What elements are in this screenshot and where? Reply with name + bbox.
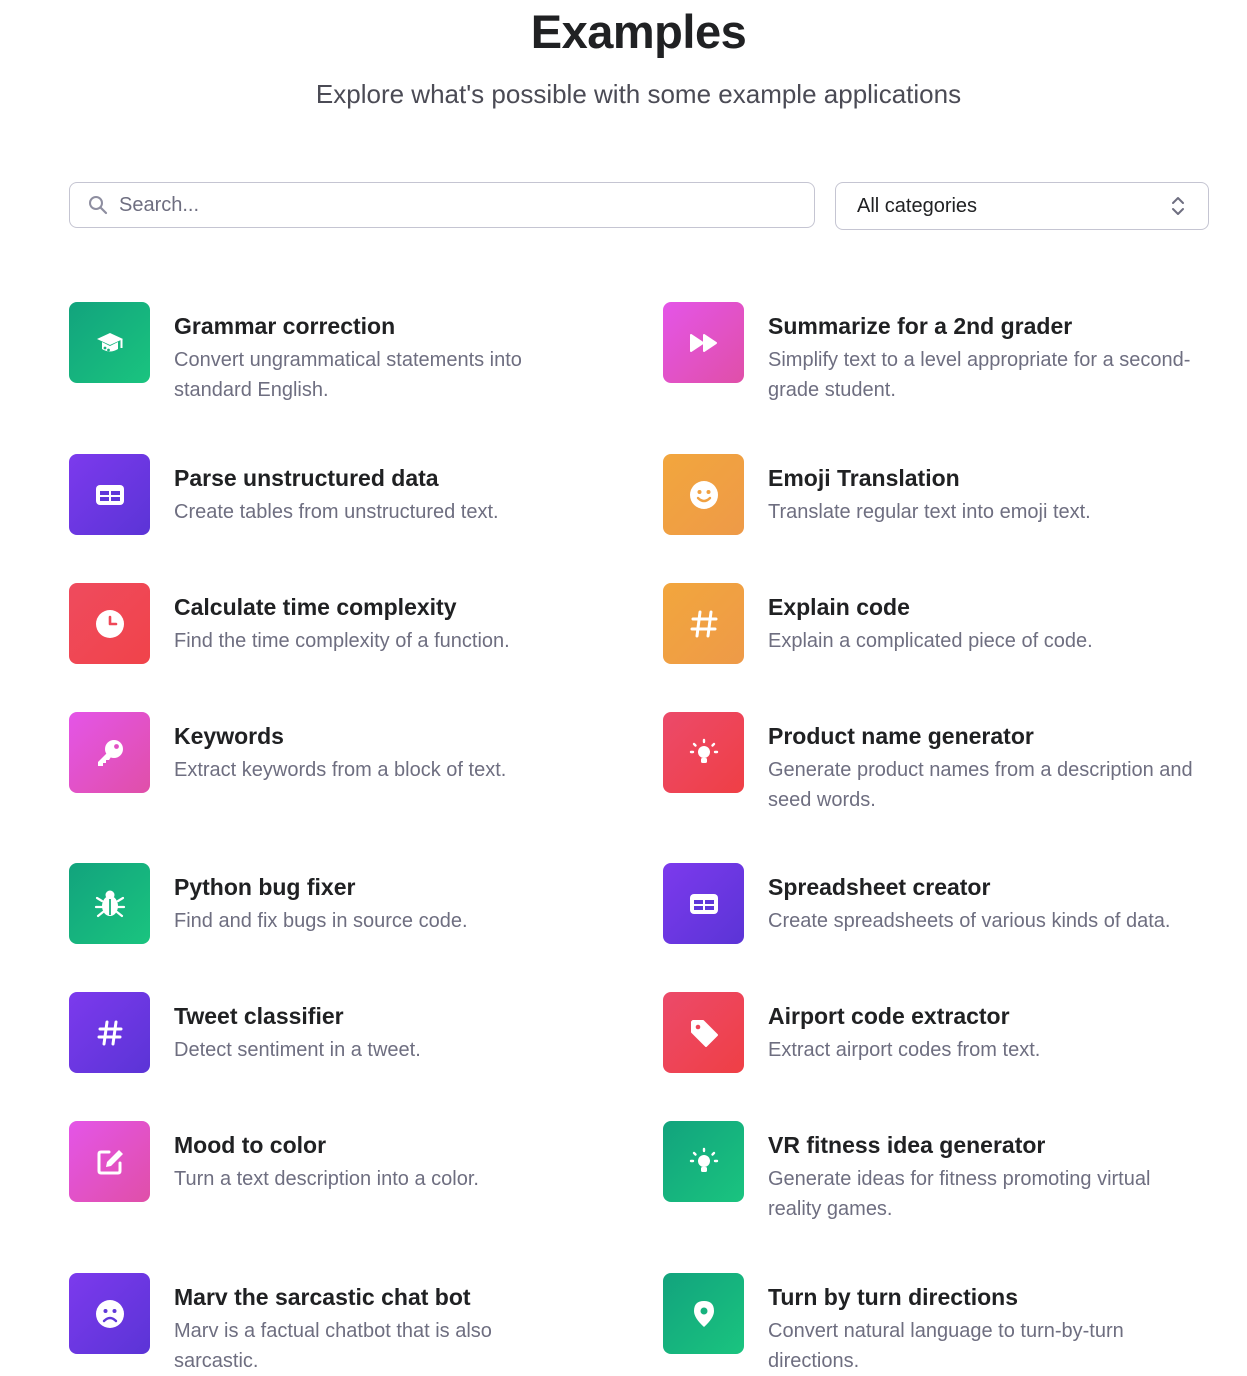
example-description: Explain a complicated piece of code. (768, 630, 1093, 652)
example-title: Emoji Translation (768, 465, 960, 491)
page-subtitle: Explore what's possible with some exampl… (315, 79, 962, 109)
example-title: VR fitness idea generator (768, 1132, 1046, 1158)
example-title: Spreadsheet creator (768, 874, 991, 900)
example-title: Mood to color (174, 1132, 327, 1158)
example-card[interactable]: VR fitness idea generator Generate ideas… (663, 1121, 1198, 1224)
chevron-up-down-icon (1170, 195, 1186, 217)
table-icon (69, 454, 150, 535)
example-card[interactable]: Calculate time complexity Find the time … (69, 583, 564, 664)
example-card[interactable]: Summarize for a 2nd grader Simplify text… (663, 302, 1198, 405)
example-card[interactable]: Parse unstructured data Create tables fr… (69, 454, 564, 535)
clock-icon (69, 583, 150, 664)
example-title: Explain code (768, 594, 910, 620)
example-title: Grammar correction (174, 313, 396, 339)
example-description: Find and fix bugs in source code. (174, 910, 468, 932)
search-icon (88, 194, 110, 216)
example-description: Marv is a factual chatbot that is also s… (174, 1320, 492, 1372)
example-description: Extract airport codes from text. (768, 1039, 1041, 1061)
example-card[interactable]: Mood to color Turn a text description in… (69, 1121, 564, 1202)
example-description: Simplify text to a level appropriate for… (768, 349, 1191, 401)
tag-icon (663, 992, 744, 1073)
example-description: Find the time complexity of a function. (174, 630, 510, 652)
example-card[interactable]: Marv the sarcastic chat bot Marv is a fa… (69, 1273, 564, 1376)
example-title: Parse unstructured data (174, 465, 439, 491)
hashtag-icon (69, 992, 150, 1073)
category-select-value: All categories (857, 194, 978, 217)
example-title: Keywords (174, 723, 284, 749)
example-title: Marv the sarcastic chat bot (174, 1284, 471, 1310)
example-card[interactable]: Tweet classifier Detect sentiment in a t… (69, 992, 564, 1073)
frown-icon (69, 1273, 150, 1354)
example-card[interactable]: Emoji Translation Translate regular text… (663, 454, 1198, 535)
example-title: Turn by turn directions (768, 1284, 1019, 1310)
smiley-icon (663, 454, 744, 535)
example-title: Summarize for a 2nd grader (768, 313, 1073, 339)
example-title: Airport code extractor (768, 1003, 1010, 1029)
example-card[interactable]: Spreadsheet creator Create spreadsheets … (663, 863, 1198, 944)
example-description: Extract keywords from a block of text. (174, 759, 507, 781)
example-description: Convert ungrammatical statements into st… (174, 349, 522, 401)
example-title: Calculate time complexity (174, 594, 457, 620)
example-description: Detect sentiment in a tweet. (174, 1039, 421, 1061)
example-card[interactable]: Explain code Explain a complicated piece… (663, 583, 1198, 664)
lightbulb-icon (663, 1121, 744, 1202)
fast-forward-icon (663, 302, 744, 383)
search-field[interactable] (69, 182, 815, 228)
example-card[interactable]: Keywords Extract keywords from a block o… (69, 712, 564, 793)
lightbulb-icon (663, 712, 744, 793)
graduation-cap-icon (69, 302, 150, 383)
example-title: Tweet classifier (174, 1003, 344, 1029)
example-description: Turn a text description into a color. (174, 1168, 479, 1190)
bug-icon (69, 863, 150, 944)
example-description: Generate product names from a descriptio… (768, 759, 1193, 811)
hashtag-icon (663, 583, 744, 664)
example-card[interactable]: Grammar correction Convert ungrammatical… (69, 302, 564, 405)
example-title: Product name generator (768, 723, 1034, 749)
edit-icon (69, 1121, 150, 1202)
example-title: Python bug fixer (174, 874, 356, 900)
example-description: Create spreadsheets of various kinds of … (768, 910, 1171, 932)
page-title: Examples (530, 5, 747, 58)
example-card[interactable]: Turn by turn directions Convert natural … (663, 1273, 1198, 1376)
search-input[interactable] (117, 192, 781, 218)
example-card[interactable]: Python bug fixer Find and fix bugs in so… (69, 863, 564, 944)
example-description: Convert natural language to turn-by-turn… (768, 1320, 1124, 1372)
category-select[interactable]: All categories (835, 182, 1209, 230)
map-pin-icon (663, 1273, 744, 1354)
table-icon (663, 863, 744, 944)
key-icon (69, 712, 150, 793)
example-card[interactable]: Airport code extractor Extract airport c… (663, 992, 1198, 1073)
example-card[interactable]: Product name generator Generate product … (663, 712, 1198, 815)
example-description: Create tables from unstructured text. (174, 501, 499, 523)
example-description: Generate ideas for fitness promoting vir… (768, 1168, 1151, 1220)
example-description: Translate regular text into emoji text. (768, 501, 1091, 523)
